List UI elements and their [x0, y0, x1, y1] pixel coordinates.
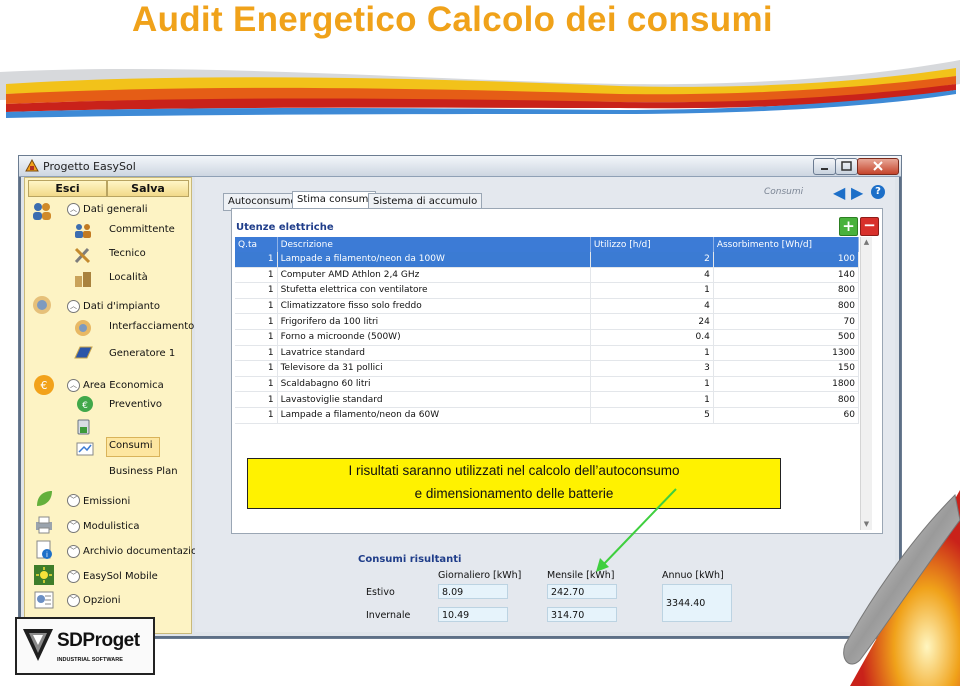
sdproget-logo: SDProget INDUSTRIAL SOFTWARE: [15, 617, 155, 675]
logo-mark-icon: [23, 629, 53, 661]
logo-tagline: INDUSTRIAL SOFTWARE: [57, 657, 123, 663]
logo-name: SDProget: [57, 630, 140, 651]
decorative-page-curl: [843, 490, 960, 686]
